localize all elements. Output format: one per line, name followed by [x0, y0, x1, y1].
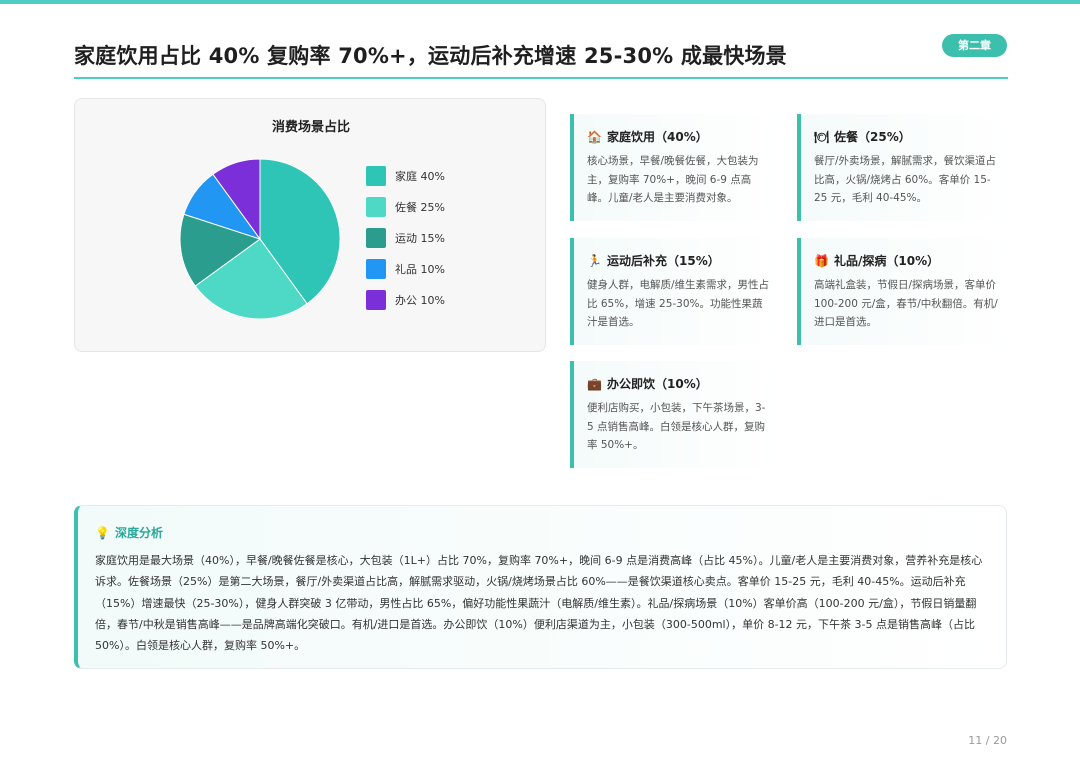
tableware-icon: 🍽: [814, 129, 830, 144]
page-title: 家庭饮用占比 40% 复购率 70%+，运动后补充增速 25-30% 成最快场景: [74, 44, 787, 68]
deep-analysis-panel: 💡 深度分析 家庭饮用是最大场景（40%），早餐/晚餐佐餐是核心，大包装（1L+…: [74, 505, 1007, 669]
briefcase-icon: 💼: [587, 376, 602, 391]
runner-icon: 🏃: [587, 253, 602, 268]
legend-swatch-2: [366, 228, 386, 248]
card-title: 办公即饮（10%）: [607, 377, 708, 391]
card-title: 家庭饮用（40%）: [607, 130, 708, 144]
card-body: 餐厅/外卖场景，解腻需求，餐饮渠道占比高，火锅/烧烤占 60%。客单价 15-2…: [814, 155, 997, 204]
title-divider: [74, 77, 1008, 79]
top-accent-bar: [0, 0, 1080, 4]
pie-chart: 家庭 40% 佐餐 25% 运动 15% 礼品 10% 办公 10%: [179, 158, 445, 320]
lightbulb-icon: 💡: [95, 525, 110, 540]
legend-label-3: 礼品 10%: [395, 262, 445, 276]
gift-icon: 🎁: [814, 253, 829, 268]
legend-label-0: 家庭 40%: [395, 169, 445, 183]
card-body: 高端礼盒装，节假日/探病场景，客单价 100-200 元/盒，春节/中秋翻倍。有…: [814, 279, 998, 328]
card-title: 运动后补充（15%）: [607, 254, 720, 268]
legend-swatch-3: [366, 259, 386, 279]
legend-swatch-0: [366, 166, 386, 186]
card-body: 核心场景，早餐/晚餐佐餐，大包装为主，复购率 70%+，晚间 6-9 点高峰。儿…: [587, 155, 759, 204]
card-gift-visit: 🎁 礼品/探病（10%） 高端礼盒装，节假日/探病场景，客单价 100-200 …: [797, 238, 1008, 345]
legend-label-4: 办公 10%: [395, 294, 445, 307]
card-post-workout: 🏃 运动后补充（15%） 健身人群，电解质/维生素需求，男性占比 65%，增速 …: [570, 238, 781, 345]
card-title: 礼品/探病（10%）: [834, 254, 940, 268]
analysis-body: 家庭饮用是最大场景（40%），早餐/晚餐佐餐是核心，大包装（1L+）占比 70%…: [95, 554, 983, 653]
legend-swatch-4: [366, 290, 386, 310]
legend-swatch-1: [366, 197, 386, 217]
house-icon: 🏠: [587, 129, 602, 144]
card-body: 便利店购买，小包装，下午茶场景，3-5 点销售高峰。白领是核心人群，复购率 50…: [587, 402, 766, 451]
chart-panel: 消费场景占比 家庭 40% 佐餐 25% 运动 15% 礼品 10% 办公 10%: [74, 98, 546, 352]
chapter-badge: 第二章: [942, 34, 1007, 57]
card-dining: 🍽 佐餐（25%） 餐厅/外卖场景，解腻需求，餐饮渠道占比高，火锅/烧烤占 60…: [797, 114, 1008, 221]
card-office-drinking: 💼 办公即饮（10%） 便利店购买，小包装，下午茶场景，3-5 点销售高峰。白领…: [570, 361, 781, 468]
legend-label-2: 运动 15%: [395, 232, 445, 245]
analysis-title: 深度分析: [115, 526, 164, 540]
page-number: 11 / 20: [968, 734, 1007, 747]
card-body: 健身人群，电解质/维生素需求，男性占比 65%，增速 25-30%。功能性果蔬汁…: [587, 279, 770, 328]
card-title: 佐餐（25%）: [834, 130, 911, 144]
legend-label-1: 佐餐 25%: [395, 200, 445, 214]
card-home-drinking: 🏠 家庭饮用（40%） 核心场景，早餐/晚餐佐餐，大包装为主，复购率 70%+，…: [570, 114, 781, 221]
